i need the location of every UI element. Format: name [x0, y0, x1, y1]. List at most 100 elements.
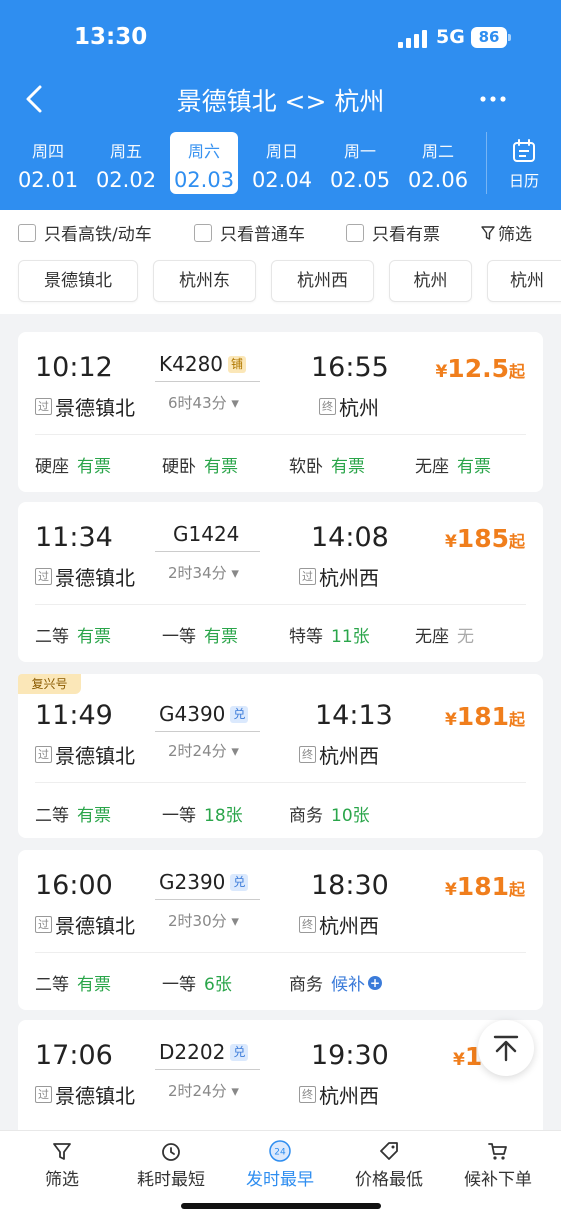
seat-availability: 有票	[77, 457, 111, 477]
station-chip[interactable]: 杭州东	[153, 260, 256, 302]
tab-filter[interactable]: 筛选	[6, 1139, 118, 1190]
date-weekday: 周日	[265, 142, 298, 161]
terminal-tag: 终	[299, 1086, 316, 1103]
date-selector: 周四 02.01 周五 02.02 周六 02.03 周日 02.04 周一 02.05 …	[0, 128, 561, 200]
filter-bar: 只看高铁/动车 只看普通车 只看有票 筛选	[0, 210, 561, 252]
status-time: 13:30	[74, 24, 148, 50]
seat-availability: 有票	[331, 457, 365, 477]
status-bar: 13:30 5G 86	[0, 0, 561, 76]
station-chip[interactable]: 杭州西	[271, 260, 374, 302]
date-weekday: 周六	[187, 142, 220, 161]
train-card[interactable]: 10:12 K4280 铺 6时43分 ▾ 16:55 过景德镇北 终杭州 ¥12…	[18, 332, 543, 492]
duration: 2时24分 ▾	[168, 740, 239, 761]
filter-button[interactable]: 筛选	[481, 220, 532, 245]
terminal-tag: 终	[319, 398, 336, 415]
seat-availability: 有票	[77, 975, 111, 995]
date-value: 02.01	[17, 168, 79, 192]
price-value: 185	[456, 524, 509, 553]
seat-name: 一等	[162, 806, 196, 826]
train-number-text: G2390	[159, 870, 226, 894]
terminal-tag: 终	[299, 916, 316, 933]
from-station: 过景德镇北	[35, 910, 135, 939]
seat-name: 二等	[35, 806, 69, 826]
seat-name: 无座	[415, 457, 449, 477]
pass-tag: 过	[35, 746, 52, 763]
pass-tag: 过	[35, 398, 52, 415]
station-chip[interactable]: 杭州	[487, 260, 561, 302]
duration: 6时43分 ▾	[168, 392, 239, 413]
page-title: 景德镇北 <> 杭州	[176, 87, 385, 116]
high-speed-filter[interactable]: 只看高铁/动车	[18, 220, 152, 245]
price: ¥181起	[445, 872, 525, 901]
more-icon[interactable]	[476, 84, 510, 114]
pass-tag: 过	[35, 916, 52, 933]
price-suffix: 起	[508, 880, 525, 899]
to-station: 终杭州西	[299, 740, 379, 769]
train-card[interactable]: 16:00 G2390 兑 2时30分 ▾ 18:30 过景德镇北 终杭州西 ¥1…	[18, 850, 543, 1010]
available-only-filter[interactable]: 只看有票	[346, 220, 440, 245]
waitlist-link[interactable]: 候补	[331, 970, 365, 995]
chevron-down-icon: ▾	[231, 394, 239, 412]
tab-lowest-price[interactable]: 价格最低	[333, 1139, 445, 1190]
seat-item: 无座无	[415, 622, 474, 647]
divider	[35, 604, 526, 605]
pass-tag: 过	[35, 1086, 52, 1103]
date-tab[interactable]: 周四 02.01	[14, 132, 82, 194]
calendar-button[interactable]: 日历	[486, 132, 561, 194]
seat-item: 无座 有票	[415, 452, 491, 477]
date-tab[interactable]: 周五 02.02	[92, 132, 160, 194]
seat-item: 一等 18张	[162, 801, 243, 826]
seat-availability: 无	[457, 627, 474, 647]
calendar-icon	[513, 139, 535, 162]
arrow-up-icon	[493, 1035, 519, 1062]
route-line	[155, 1069, 260, 1070]
route-line	[155, 551, 260, 552]
tab-waitlist[interactable]: 候补下单	[442, 1139, 554, 1190]
date-tab[interactable]: 周二 02.06	[404, 132, 472, 194]
plus-icon[interactable]: +	[368, 975, 382, 990]
to-station: 终杭州西	[299, 1080, 379, 1109]
date-weekday: 周四	[31, 142, 64, 161]
tab-label: 筛选	[45, 1170, 79, 1190]
scroll-to-top-button[interactable]	[478, 1020, 534, 1076]
calendar-label: 日历	[508, 172, 539, 190]
checkbox-icon	[194, 223, 212, 242]
chevron-down-icon: ▾	[231, 742, 239, 760]
arrival-time: 14:08	[311, 522, 389, 553]
currency: ¥	[444, 880, 457, 900]
fuxing-label: 复兴号	[18, 674, 81, 694]
date-tab[interactable]: 周一 02.05	[326, 132, 394, 194]
seat-item[interactable]: 商务 候补 +	[289, 970, 382, 995]
price-suffix: 起	[508, 362, 525, 381]
price-value: 181	[456, 872, 509, 901]
seat-name: 商务	[289, 975, 323, 995]
station-chip[interactable]: 杭州	[389, 260, 472, 302]
to-station: 终杭州	[319, 392, 379, 421]
departure-time: 16:00	[35, 870, 113, 901]
seat-availability: 6张	[204, 975, 232, 995]
currency: ¥	[444, 532, 457, 552]
date-value: 02.04	[251, 168, 313, 192]
tab-earliest[interactable]: 24 发时最早	[224, 1139, 336, 1190]
duration-text: 2时30分	[168, 912, 227, 930]
terminal-tag: 终	[299, 746, 316, 763]
tab-label: 价格最低	[355, 1170, 423, 1190]
tab-shortest[interactable]: 耗时最短	[115, 1139, 227, 1190]
currency: ¥	[453, 1050, 465, 1070]
date-tab[interactable]: 周六 02.03	[170, 132, 238, 194]
date-tab[interactable]: 周日 02.04	[248, 132, 316, 194]
filter-icon	[53, 1143, 71, 1160]
chevron-down-icon: ▾	[231, 564, 239, 582]
train-card[interactable]: 11:34 G1424 2时34分 ▾ 14:08 过景德镇北 过杭州西 ¥18…	[18, 502, 543, 662]
station-chip[interactable]: 景德镇北	[18, 260, 138, 302]
seat-availability: 有票	[77, 627, 111, 647]
departure-time: 11:34	[35, 522, 113, 553]
from-station-name: 景德镇北	[55, 914, 135, 938]
duration-text: 6时43分	[168, 394, 227, 412]
from-station: 过景德镇北	[35, 562, 135, 591]
normal-train-filter[interactable]: 只看普通车	[194, 220, 305, 245]
train-number: G2390 兑	[159, 870, 249, 894]
price-value: 181	[456, 702, 509, 731]
train-card[interactable]: 11:49 G4390 兑 2时24分 ▾ 14:13 过景德镇北 终杭州西 ¥1…	[18, 674, 543, 838]
back-icon[interactable]	[20, 82, 50, 116]
